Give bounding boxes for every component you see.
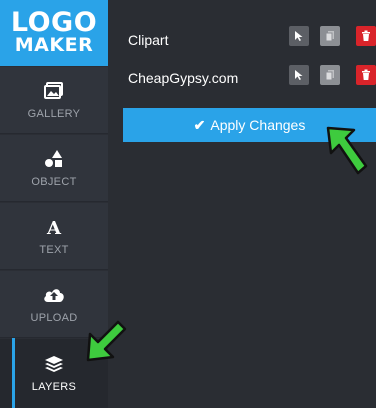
layers-icon [43,353,65,375]
cursor-icon [295,31,303,41]
select-layer-button[interactable] [289,65,309,85]
layers-panel: Clipart CheapGypsy.com [108,0,376,408]
text-icon: A [43,216,65,238]
apply-changes-label: Apply Changes [210,117,306,133]
duplicate-layer-button[interactable] [320,65,340,85]
cursor-icon [295,70,303,80]
logo-line-2: MAKER [14,34,94,56]
layer-row[interactable]: CheapGypsy.com [108,60,376,96]
delete-layer-button[interactable] [356,26,376,46]
logo-line-1: LOGO [10,7,98,38]
annotation-arrow-icon [326,126,368,175]
trash-icon [362,30,370,41]
select-layer-button[interactable] [289,26,309,46]
annotation-arrow-icon [86,320,127,362]
duplicate-layer-button[interactable] [320,26,340,46]
sidebar-item-label: UPLOAD [30,312,78,324]
copy-icon [325,31,334,42]
trash-icon [362,69,370,80]
checkmark-icon: ✔ [193,116,206,133]
layer-row[interactable]: Clipart [108,22,376,58]
image-icon [43,80,65,102]
sidebar-item-text[interactable]: A TEXT [0,203,108,270]
sidebar-item-label: TEXT [39,244,69,256]
sidebar-item-label: GALLERY [27,108,81,120]
sidebar-item-label: OBJECT [31,176,77,188]
layer-name: CheapGypsy.com [128,70,239,86]
logo-maker-app: LOGO MAKER GALLERY OBJECT A TEXT UPLOAD … [0,0,376,408]
copy-icon [325,70,334,81]
layer-name: Clipart [128,32,169,48]
sidebar-item-gallery[interactable]: GALLERY [0,67,108,134]
shapes-icon [43,148,65,170]
active-indicator [12,338,15,408]
sidebar-item-object[interactable]: OBJECT [0,135,108,202]
svg-text:A: A [46,218,62,236]
cloud-upload-icon [43,284,65,306]
delete-layer-button[interactable] [356,65,376,85]
app-logo[interactable]: LOGO MAKER [0,0,108,66]
sidebar-item-label: LAYERS [31,381,77,393]
